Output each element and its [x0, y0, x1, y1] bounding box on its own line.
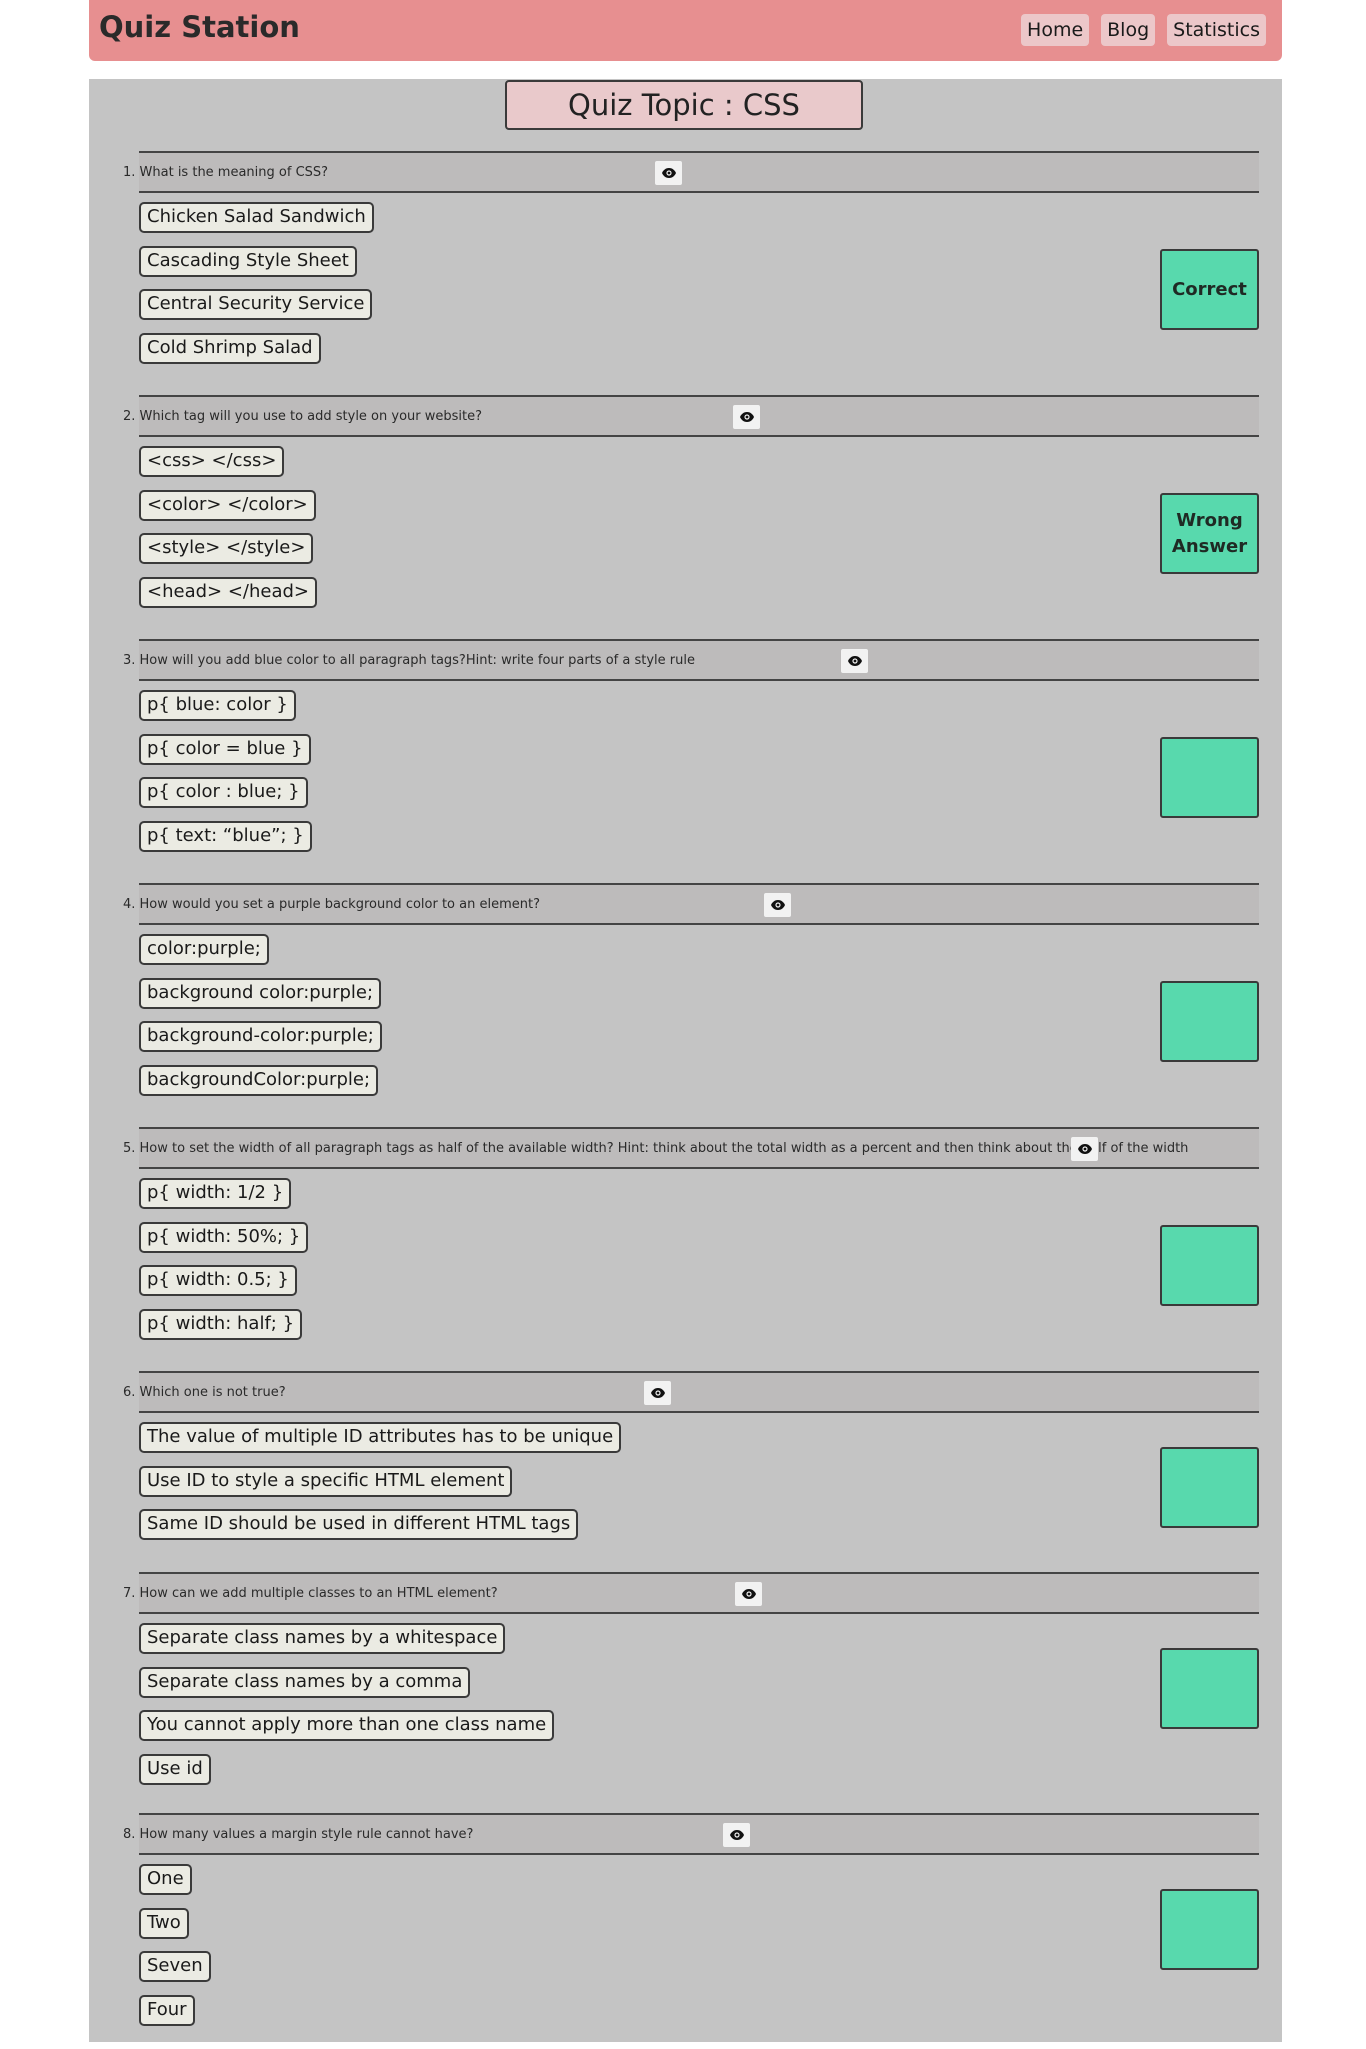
- answer-option[interactable]: p{ width: 0.5; }: [139, 1265, 297, 1296]
- question-header: 2. Which tag will you use to add style o…: [123, 395, 1259, 437]
- nav-home-link[interactable]: Home: [1021, 14, 1090, 46]
- reveal-answer-button[interactable]: [733, 405, 760, 429]
- result-box: [1160, 1889, 1259, 1970]
- answer-option[interactable]: p{ width: half; }: [139, 1309, 303, 1340]
- nav-blog-link[interactable]: Blog: [1101, 14, 1156, 46]
- question-header: 5. How to set the width of all paragraph…: [123, 1127, 1259, 1169]
- answer-option[interactable]: Seven: [139, 1951, 211, 1982]
- answer-option[interactable]: Central Security Service: [139, 289, 373, 320]
- reveal-answer-button[interactable]: [723, 1823, 750, 1847]
- answer-option[interactable]: background color:purple;: [139, 978, 382, 1009]
- answer-option[interactable]: color:purple;: [139, 934, 269, 965]
- question-text: 5. How to set the width of all paragraph…: [123, 1141, 1189, 1156]
- answer-option[interactable]: <css> </css>: [139, 446, 285, 477]
- nav-statistics-link[interactable]: Statistics: [1167, 14, 1266, 46]
- eye-icon: [650, 1384, 666, 1403]
- answer-option[interactable]: backgroundColor:purple;: [139, 1065, 379, 1096]
- brand-title: Quiz Station: [99, 10, 300, 44]
- question-text: 3. How will you add blue color to all pa…: [123, 653, 695, 668]
- eye-icon: [729, 1826, 745, 1845]
- eye-icon: [661, 164, 677, 183]
- nav-links: Home Blog Statistics: [1021, 14, 1266, 46]
- answer-option[interactable]: You cannot apply more than one class nam…: [139, 1710, 555, 1741]
- result-box: [1160, 1447, 1259, 1528]
- result-box: [1160, 737, 1259, 818]
- eye-icon: [739, 408, 755, 427]
- answer-option[interactable]: <head> </head>: [139, 577, 317, 608]
- question-text: 1. What is the meaning of CSS?: [123, 165, 329, 180]
- result-box: [1160, 1648, 1259, 1729]
- question-text: 6. Which one is not true?: [123, 1385, 286, 1400]
- question-text: 7. How can we add multiple classes to an…: [123, 1586, 498, 1601]
- answer-option[interactable]: background-color:purple;: [139, 1021, 382, 1052]
- reveal-answer-button[interactable]: [1071, 1137, 1098, 1161]
- question-header: 6. Which one is not true?: [123, 1371, 1259, 1413]
- navbar: Quiz Station Home Blog Statistics: [89, 0, 1282, 61]
- question-header: 4. How would you set a purple background…: [123, 883, 1259, 925]
- quiz-topic-title: Quiz Topic : CSS: [505, 80, 863, 130]
- result-box: [1160, 1225, 1259, 1306]
- answer-option[interactable]: Four: [139, 1995, 195, 2026]
- result-box: Wrong Answer: [1160, 493, 1259, 574]
- eye-icon: [741, 1585, 757, 1604]
- answer-option[interactable]: p{ width: 1/2 }: [139, 1178, 292, 1209]
- eye-icon: [847, 652, 863, 671]
- answer-option[interactable]: The value of multiple ID attributes has …: [139, 1422, 622, 1453]
- question-header: 1. What is the meaning of CSS?: [123, 151, 1259, 193]
- question-text: 4. How would you set a purple background…: [123, 897, 540, 912]
- answer-option[interactable]: p{ color = blue }: [139, 734, 311, 765]
- reveal-answer-button[interactable]: [655, 161, 682, 185]
- answer-option[interactable]: Use id: [139, 1754, 211, 1785]
- question-header: 3. How will you add blue color to all pa…: [123, 639, 1259, 681]
- answer-option[interactable]: One: [139, 1864, 192, 1895]
- answer-option[interactable]: <style> </style>: [139, 533, 314, 564]
- answer-option[interactable]: Separate class names by a comma: [139, 1667, 471, 1698]
- answer-option[interactable]: Chicken Salad Sandwich: [139, 202, 374, 233]
- reveal-answer-button[interactable]: [841, 649, 868, 673]
- answer-option[interactable]: Use ID to style a specific HTML element: [139, 1466, 513, 1497]
- answer-option[interactable]: p{ text: “blue”; }: [139, 821, 312, 852]
- answer-option[interactable]: <color> </color>: [139, 490, 316, 521]
- question-header: 7. How can we add multiple classes to an…: [123, 1572, 1259, 1614]
- answer-option[interactable]: Separate class names by a whitespace: [139, 1623, 506, 1654]
- question-text: 2. Which tag will you use to add style o…: [123, 409, 483, 424]
- question-text: 8. How many values a margin style rule c…: [123, 1827, 474, 1842]
- answer-option[interactable]: p{ width: 50%; }: [139, 1222, 309, 1253]
- question-header: 8. How many values a margin style rule c…: [123, 1813, 1259, 1855]
- reveal-answer-button[interactable]: [764, 893, 791, 917]
- eye-icon: [1077, 1140, 1093, 1159]
- quiz-panel: Quiz Topic : CSS 1. What is the meaning …: [89, 79, 1282, 2042]
- answer-option[interactable]: Same ID should be used in different HTML…: [139, 1509, 579, 1540]
- eye-icon: [770, 896, 786, 915]
- result-box: [1160, 981, 1259, 1062]
- result-box: Correct: [1160, 249, 1259, 330]
- answer-option[interactable]: Cascading Style Sheet: [139, 246, 357, 277]
- reveal-answer-button[interactable]: [735, 1582, 762, 1606]
- answer-option[interactable]: Two: [139, 1908, 189, 1939]
- answer-option[interactable]: Cold Shrimp Salad: [139, 333, 321, 364]
- reveal-answer-button[interactable]: [644, 1381, 671, 1405]
- answer-option[interactable]: p{ color : blue; }: [139, 777, 308, 808]
- answer-option[interactable]: p{ blue: color }: [139, 690, 296, 721]
